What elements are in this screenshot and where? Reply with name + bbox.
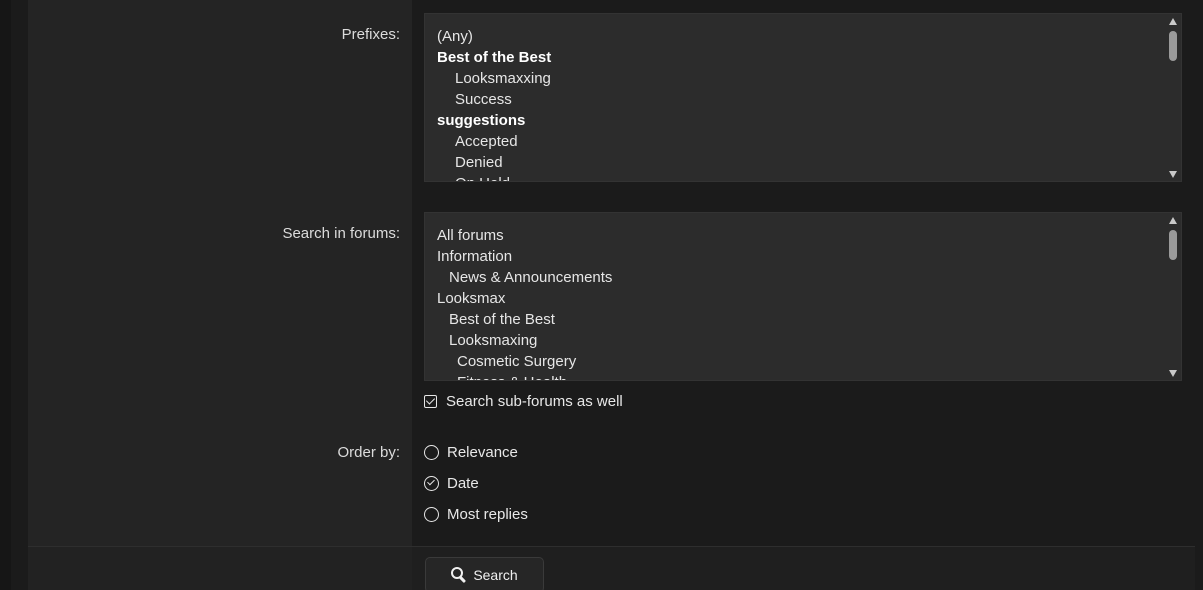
scroll-down-arrow-icon[interactable]	[1169, 171, 1177, 178]
order-relevance-row[interactable]: Relevance	[424, 442, 518, 462]
forum-option[interactable]: Cosmetic Surgery	[437, 351, 1161, 372]
prefix-option[interactable]: Looksmaxxing	[437, 68, 1161, 89]
search-form-page: Prefixes: (Any) Best of the Best Looksma…	[0, 0, 1203, 590]
prefix-option[interactable]: Denied	[437, 152, 1161, 173]
order-most-replies-radio[interactable]	[424, 506, 439, 522]
forum-option[interactable]: Looksmaxing	[437, 330, 1161, 351]
subforums-checkbox[interactable]	[424, 394, 437, 408]
scroll-thumb[interactable]	[1169, 230, 1177, 260]
order-relevance-radio[interactable]	[424, 444, 439, 460]
label-column	[28, 0, 412, 546]
forum-option[interactable]: Looksmax	[437, 288, 1161, 309]
order-relevance-label: Relevance	[447, 443, 518, 461]
search-icon	[451, 567, 467, 584]
forums-label: Search in forums:	[282, 225, 400, 242]
forum-option[interactable]: Fitness & Health	[437, 372, 1161, 380]
order-date-row[interactable]: Date	[424, 473, 479, 493]
prefix-group: suggestions	[437, 112, 526, 129]
order-most-replies-label: Most replies	[447, 505, 528, 523]
left-rail	[0, 0, 11, 590]
search-button[interactable]: Search	[425, 557, 544, 590]
prefix-option[interactable]: Accepted	[437, 131, 1161, 152]
forum-option[interactable]: Information	[437, 246, 1161, 267]
prefixes-listbox[interactable]: (Any) Best of the Best Looksmaxxing Succ…	[424, 13, 1182, 182]
subforums-checkbox-row[interactable]: Search sub-forums as well	[424, 391, 623, 411]
scroll-down-arrow-icon[interactable]	[1169, 370, 1177, 377]
forum-option[interactable]: Best of the Best	[437, 309, 1161, 330]
subforums-checkbox-label: Search sub-forums as well	[446, 392, 623, 410]
order-by-label: Order by:	[337, 444, 400, 461]
scroll-up-arrow-icon[interactable]	[1169, 18, 1177, 25]
prefixes-scrollbar[interactable]	[1166, 14, 1181, 181]
footer-label-area	[28, 547, 412, 590]
search-button-label: Search	[473, 567, 518, 583]
order-date-radio[interactable]	[424, 475, 439, 491]
prefix-option[interactable]: (Any)	[437, 26, 1161, 47]
order-most-replies-row[interactable]: Most replies	[424, 504, 528, 524]
forum-option[interactable]: News & Announcements	[437, 267, 1161, 288]
prefixes-options: (Any) Best of the Best Looksmaxxing Succ…	[437, 26, 1161, 181]
scroll-thumb[interactable]	[1169, 31, 1177, 61]
scroll-up-arrow-icon[interactable]	[1169, 217, 1177, 224]
prefixes-label: Prefixes:	[341, 26, 400, 43]
prefix-group: Best of the Best	[437, 49, 552, 66]
forums-listbox[interactable]: All forums Information News & Announceme…	[424, 212, 1182, 381]
order-date-label: Date	[447, 474, 479, 492]
prefix-option[interactable]: On Hold	[437, 173, 1161, 181]
forums-options: All forums Information News & Announceme…	[437, 225, 1161, 380]
forum-option[interactable]: All forums	[437, 225, 1161, 246]
prefix-option[interactable]: Success	[437, 89, 1161, 110]
forums-scrollbar[interactable]	[1166, 213, 1181, 380]
